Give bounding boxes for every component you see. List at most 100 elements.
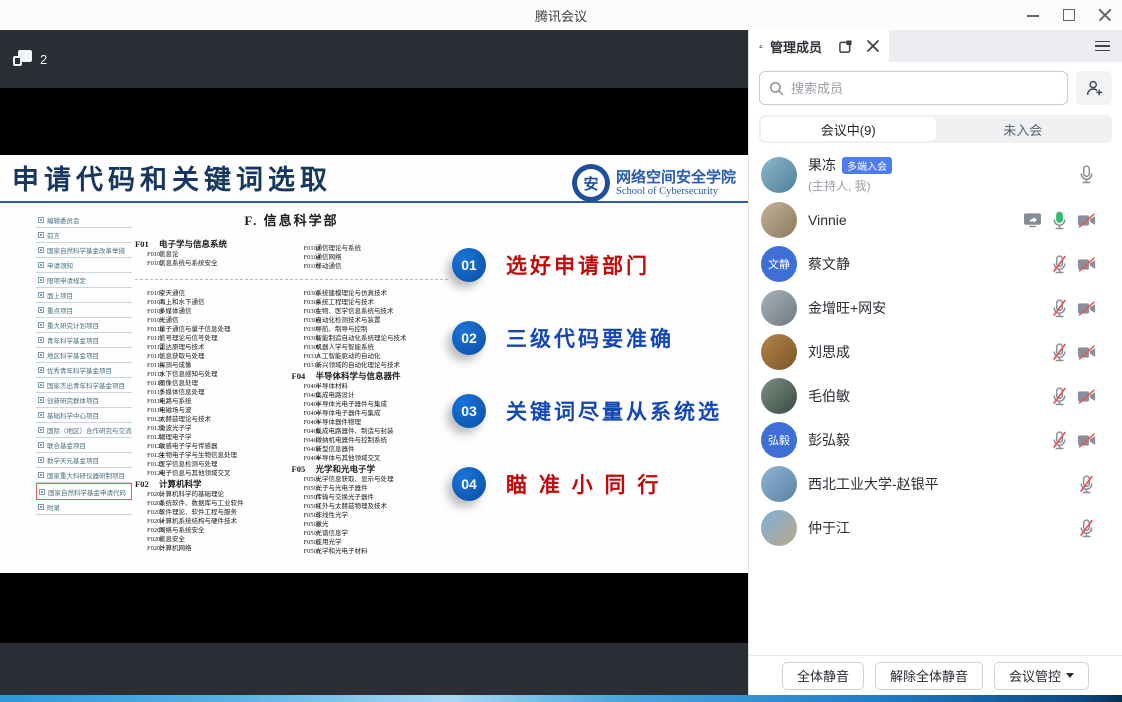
- minimize-icon[interactable]: [1026, 8, 1040, 22]
- code-row: F0507光谱信息学: [292, 529, 449, 538]
- point-number-badge: 01: [452, 248, 486, 282]
- toc-item: 联合基金项目: [36, 438, 132, 453]
- tab-in-meeting[interactable]: 会议中(9): [761, 117, 936, 141]
- toc-bullet-icon: [38, 457, 44, 463]
- school-emblem-icon: [572, 164, 610, 202]
- maximize-icon[interactable]: [1062, 8, 1076, 22]
- key-point: 02 三级代码要准确: [452, 320, 740, 356]
- tab-manage-members[interactable]: 管理成员: [749, 30, 889, 62]
- member-name: Vinnie: [808, 212, 847, 228]
- code-row: F0509光学和光电子材料: [292, 547, 449, 556]
- toc-bullet-icon: [38, 217, 44, 223]
- mic-muted-icon[interactable]: [1050, 343, 1069, 362]
- popout-panel-icon[interactable]: [839, 40, 852, 53]
- mic-muted-icon[interactable]: [1050, 431, 1069, 450]
- toc-item: 国家杰出青年科学基金项目: [36, 378, 132, 393]
- meeting-control-button[interactable]: 会议管控: [994, 662, 1089, 690]
- member-row[interactable]: 果冻 多端入会 (主持人, 我): [749, 151, 1122, 198]
- close-window-icon[interactable]: [1098, 8, 1112, 22]
- letterbox-top: [0, 88, 748, 155]
- code-row: F0106空天通信: [135, 289, 292, 298]
- avatar: [761, 510, 797, 546]
- member-role: (主持人, 我): [808, 177, 1077, 194]
- member-row[interactable]: 刘思成: [749, 330, 1122, 374]
- mic-muted-icon[interactable]: [1077, 519, 1096, 538]
- code-row: F0117多媒体信息处理: [135, 388, 292, 397]
- toc-item: 国家自然科学基金申请代码: [36, 483, 132, 500]
- code-row: F0407微纳机电器件与控制系统: [292, 436, 449, 445]
- code-row: F0104通信网络: [292, 253, 449, 262]
- camera-off-icon[interactable]: [1077, 211, 1096, 230]
- camera-off-icon[interactable]: [1077, 343, 1096, 362]
- search-icon: [769, 81, 784, 96]
- code-row: F0202系统软件、数据库与工业软件: [135, 499, 292, 508]
- code-row: F0105移动通信: [292, 262, 449, 271]
- code-row: F0109光通信: [135, 316, 292, 325]
- close-panel-icon[interactable]: [867, 40, 879, 52]
- member-row[interactable]: Vinnie: [749, 198, 1122, 242]
- code-row: F0304系统工程理论与技术: [292, 298, 449, 307]
- code-row: F0305生物、医学信息系统与技术: [292, 307, 449, 316]
- mic-muted-icon[interactable]: [1050, 387, 1069, 406]
- unmute-all-button[interactable]: 解除全体静音: [875, 662, 983, 690]
- member-row[interactable]: 弘毅 彭弘毅: [749, 418, 1122, 462]
- camera-off-icon[interactable]: [1077, 431, 1096, 450]
- tab-not-joined[interactable]: 未入会: [936, 117, 1111, 141]
- avatar: 文静: [761, 246, 797, 282]
- member-row[interactable]: 仲于江: [749, 506, 1122, 550]
- toc-bullet-icon: [38, 307, 44, 313]
- code-row: F0504红外与太赫兹物理及技术: [292, 502, 449, 511]
- toc-bullet-icon: [38, 442, 44, 448]
- search-members-field[interactable]: [791, 81, 1058, 96]
- member-row[interactable]: 文静 蔡文静: [749, 242, 1122, 286]
- mute-all-button[interactable]: 全体静音: [782, 662, 864, 690]
- code-row: F0402集成电路设计: [292, 391, 449, 400]
- mic-muted-icon[interactable]: [1050, 255, 1069, 274]
- panel-menu-icon[interactable]: [1082, 30, 1122, 62]
- code-row: F0125医学信息检测与处理: [135, 460, 292, 469]
- code-row: F0103通信理论与系统: [292, 244, 449, 253]
- toc-item: 地区科学基金项目: [36, 348, 132, 363]
- code-row: F0203软件理论、软件工程与服务: [135, 508, 292, 517]
- mic-muted-icon[interactable]: [1050, 299, 1069, 318]
- panel-title: 管理成员: [770, 37, 822, 56]
- code-row: F0503传输与交换光子器件: [292, 493, 449, 502]
- code-row: F0102信息系统与系统安全: [135, 259, 292, 268]
- toc-bullet-icon: [38, 232, 44, 238]
- department-title: F. 信息科学部: [135, 210, 448, 229]
- shared-screens-icon[interactable]: [13, 50, 33, 68]
- code-row: F0501光学信息获取、显示与处理: [292, 475, 449, 484]
- share-top-bar: 2: [0, 30, 748, 88]
- code-row: F0401半导体材料: [292, 382, 449, 391]
- camera-off-icon[interactable]: [1077, 299, 1096, 318]
- code-row: F05光学和光电子学: [292, 463, 449, 475]
- toc-item: 重点项目: [36, 303, 132, 318]
- mic-on-icon[interactable]: [1077, 165, 1096, 184]
- members-icon: [759, 40, 763, 53]
- camera-off-icon[interactable]: [1077, 255, 1096, 274]
- member-row[interactable]: 金增旺+网安: [749, 286, 1122, 330]
- toc-bullet-icon: [38, 412, 44, 418]
- code-row: F0126电子信息与其他领域交叉: [135, 469, 292, 478]
- toc-bullet-icon: [38, 427, 44, 433]
- toc-item: 基础科学中心项目: [36, 408, 132, 423]
- code-row: F0303系统建模理论与仿真技术: [292, 289, 449, 298]
- toc-bullet-icon: [38, 292, 44, 298]
- code-row: F01电子学与信息系统: [135, 238, 292, 250]
- dashed-divider: [135, 279, 448, 280]
- code-row: F0113信息获取与处理: [135, 352, 292, 361]
- camera-off-icon[interactable]: [1077, 387, 1096, 406]
- mic-muted-icon[interactable]: [1077, 475, 1096, 494]
- presentation-slide: 申请代码和关键词选取 网络空间安全学院 School of Cybersecur…: [0, 155, 748, 573]
- toc-bullet-icon: [38, 352, 44, 358]
- search-input[interactable]: [759, 71, 1068, 105]
- mic-active-icon[interactable]: [1050, 211, 1069, 230]
- toc-bullet-icon: [38, 247, 44, 253]
- member-list: 果冻 多端入会 (主持人, 我): [749, 149, 1122, 655]
- member-row[interactable]: 西北工业大学-赵银平: [749, 462, 1122, 506]
- avatar: 弘毅: [761, 422, 797, 458]
- code-row: F0121微波光子学: [135, 424, 292, 433]
- member-row[interactable]: 毛伯敏: [749, 374, 1122, 418]
- add-member-button[interactable]: [1076, 71, 1112, 105]
- toc-item: 面上项目: [36, 288, 132, 303]
